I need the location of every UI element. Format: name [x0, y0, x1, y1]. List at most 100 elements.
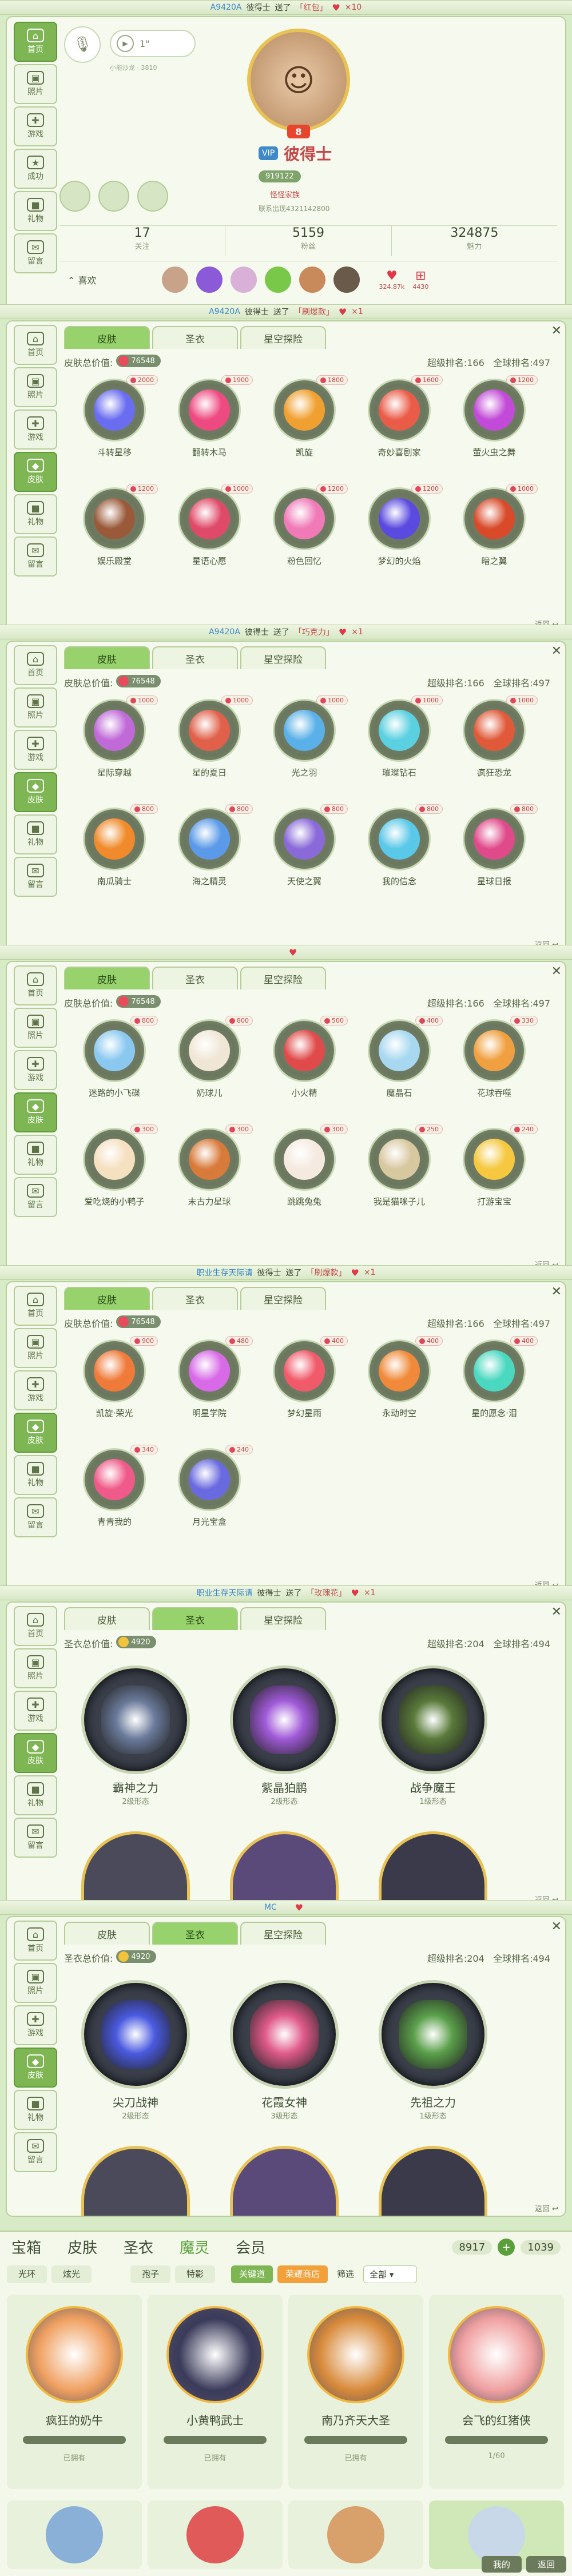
skin-item[interactable]: 1200 粉色回忆: [259, 484, 350, 596]
sidebar-item[interactable]: ◆ 皮肤: [14, 2048, 57, 2088]
skin-item[interactable]: 300 末古力星球: [164, 1124, 255, 1237]
fan-avatar[interactable]: [161, 266, 188, 293]
close-icon[interactable]: ✕: [551, 644, 562, 658]
subtab-effect[interactable]: 特影: [175, 2265, 216, 2283]
skin-item[interactable]: 330 花球吞噬: [448, 1016, 540, 1128]
skin-item[interactable]: 1000 星的夏日: [164, 695, 255, 808]
mine-button[interactable]: 我的: [481, 2556, 522, 2573]
sidebar-item[interactable]: ■ 礼物: [14, 1455, 57, 1495]
fan-avatar[interactable]: [230, 266, 257, 293]
shop-tab-chest[interactable]: 宝箱: [11, 2236, 41, 2257]
skin-item[interactable]: 250 我是猫咪子儿: [353, 1124, 445, 1237]
likes-label[interactable]: ⌃ 喜欢: [67, 273, 97, 287]
subtab-honor-shop[interactable]: 荣耀商店: [277, 2265, 328, 2283]
shop-item[interactable]: 小黄鸭武士 已拥有: [148, 2295, 283, 2489]
back-link[interactable]: 返回 ↩: [535, 2203, 558, 2213]
sidebar-item[interactable]: ✉ 留言: [14, 536, 57, 577]
sidebar-item[interactable]: ⌂ 首页: [14, 1286, 57, 1326]
tab[interactable]: 圣衣: [152, 646, 238, 669]
sidebar-item[interactable]: ✚ 游戏: [14, 1370, 57, 1410]
sidebar-item[interactable]: ⌂ 首页: [14, 325, 57, 365]
sidebar-item-game[interactable]: ✚ 游戏: [14, 106, 57, 146]
close-icon[interactable]: ✕: [551, 1285, 562, 1299]
sidebar-item-photo[interactable]: ▣ 照片: [14, 64, 57, 104]
sidebar-item[interactable]: ✉ 留言: [14, 1177, 57, 1217]
tab[interactable]: 圣衣: [152, 1607, 238, 1630]
skin-item[interactable]: 800 海之精灵: [164, 804, 255, 916]
tab[interactable]: 皮肤: [64, 967, 150, 989]
skin-item[interactable]: 300 跳跳兔兔: [259, 1124, 350, 1237]
skin-item[interactable]: 1200 梦幻的火焰: [353, 484, 445, 596]
sidebar-item[interactable]: ⌂ 首页: [14, 965, 57, 1005]
filter-select[interactable]: 全部 ▾: [363, 2265, 418, 2283]
shop-item[interactable]: [288, 2501, 423, 2569]
tab[interactable]: 皮肤: [64, 1922, 150, 1945]
skin-item[interactable]: 240 月光宝盒: [164, 1445, 255, 1557]
skin-item[interactable]: 1000 璀璨钻石: [353, 695, 445, 808]
sidebar-item[interactable]: ▣ 照片: [14, 687, 57, 728]
sidebar-item[interactable]: ✉ 留言: [14, 1497, 57, 1537]
skin-item[interactable]: 1900 翻转木马: [164, 375, 255, 487]
sidebar-item[interactable]: ✚ 游戏: [14, 1050, 57, 1090]
shop-item[interactable]: [148, 2501, 283, 2569]
skin-item[interactable]: 400 永动时空: [353, 1336, 445, 1448]
shop-item[interactable]: 会飞的红猪侠 1/60: [429, 2295, 564, 2489]
sidebar-item-home[interactable]: ⌂ 首页: [14, 22, 57, 62]
skin-item[interactable]: 1000 暗之翼: [448, 484, 540, 596]
tab[interactable]: 星空探险: [240, 967, 326, 989]
skin-item[interactable]: 1000 星际穿越: [69, 695, 160, 808]
add-coin-button[interactable]: +: [498, 2239, 515, 2256]
sidebar-item[interactable]: ■ 礼物: [14, 1135, 57, 1175]
cloth-item[interactable]: 尖刀战神 2级形态: [81, 1980, 190, 2121]
shop-item[interactable]: [7, 2501, 142, 2569]
fan-avatar[interactable]: [333, 266, 360, 293]
cloth-orb[interactable]: [379, 2146, 487, 2216]
skin-item[interactable]: 1000 光之羽: [259, 695, 350, 808]
sidebar-item-gift[interactable]: ■ 礼物: [14, 191, 57, 231]
sidebar-item[interactable]: ✉ 留言: [14, 1818, 57, 1858]
subtab-halo[interactable]: 光环: [7, 2265, 47, 2283]
badge-icon[interactable]: [98, 181, 129, 212]
subtab-flare[interactable]: 炫光: [51, 2265, 92, 2283]
tab[interactable]: 圣衣: [152, 967, 238, 989]
tab[interactable]: 皮肤: [64, 326, 150, 349]
tab[interactable]: 星空探险: [240, 1922, 326, 1945]
sidebar-item[interactable]: ✚ 游戏: [14, 1691, 57, 1731]
sidebar-item[interactable]: ▣ 照片: [14, 1328, 57, 1368]
sidebar-item[interactable]: ⌂ 首页: [14, 1606, 57, 1646]
tab[interactable]: 星空探险: [240, 1607, 326, 1630]
subtab-key-item[interactable]: 关键道: [231, 2265, 273, 2283]
skin-item[interactable]: 240 打游宝宝: [448, 1124, 540, 1237]
sidebar-item[interactable]: ■ 礼物: [14, 494, 57, 534]
like-counter[interactable]: ♥ 324.87k: [379, 269, 405, 291]
sidebar-item[interactable]: ✚ 游戏: [14, 730, 57, 770]
skin-item[interactable]: 1000 疯狂恐龙: [448, 695, 540, 808]
sidebar-item[interactable]: ✚ 游戏: [14, 410, 57, 450]
skin-item[interactable]: 400 梦幻星雨: [259, 1336, 350, 1448]
skin-item[interactable]: 1600 奇妙喜剧家: [353, 375, 445, 487]
skin-item[interactable]: 800 天使之翼: [259, 804, 350, 916]
shop-tab-cloth[interactable]: 圣衣: [124, 2236, 153, 2257]
cloth-item[interactable]: 先祖之力 1级形态: [379, 1980, 487, 2121]
shop-item[interactable]: 南乃齐天大圣 已拥有: [288, 2295, 423, 2489]
tab[interactable]: 圣衣: [152, 1922, 238, 1945]
sidebar-item[interactable]: ■ 礼物: [14, 1775, 57, 1815]
sidebar-item[interactable]: ⌂ 首页: [14, 1921, 57, 1961]
skin-item[interactable]: 500 小火精: [259, 1016, 350, 1128]
tab[interactable]: 皮肤: [64, 1287, 150, 1310]
sidebar-item[interactable]: ▣ 照片: [14, 1648, 57, 1688]
fan-avatar[interactable]: [299, 266, 325, 293]
skin-item[interactable]: 400 魔晶石: [353, 1016, 445, 1128]
gift-counter[interactable]: ⊞ 4430: [412, 269, 428, 291]
sidebar-item[interactable]: ◆ 皮肤: [14, 772, 57, 812]
shop-tab-skin[interactable]: 皮肤: [67, 2236, 97, 2257]
tab[interactable]: 星空探险: [240, 1287, 326, 1310]
cloth-item[interactable]: 紫晶狛鹏 2级形态: [230, 1665, 339, 1806]
skin-item[interactable]: 300 爱吃烧的小鸭子: [69, 1124, 160, 1237]
cloth-item[interactable]: 霸神之力 2级形态: [81, 1665, 190, 1806]
microphone-button[interactable]: 🎙: [64, 26, 101, 63]
stat-fans[interactable]: 5159 粉丝: [225, 226, 392, 256]
stat-charm[interactable]: 324875 魅力: [392, 226, 557, 256]
cloth-item[interactable]: 战争魔王 1级形态: [379, 1665, 487, 1806]
skin-item[interactable]: 800 南瓜骑士: [69, 804, 160, 916]
